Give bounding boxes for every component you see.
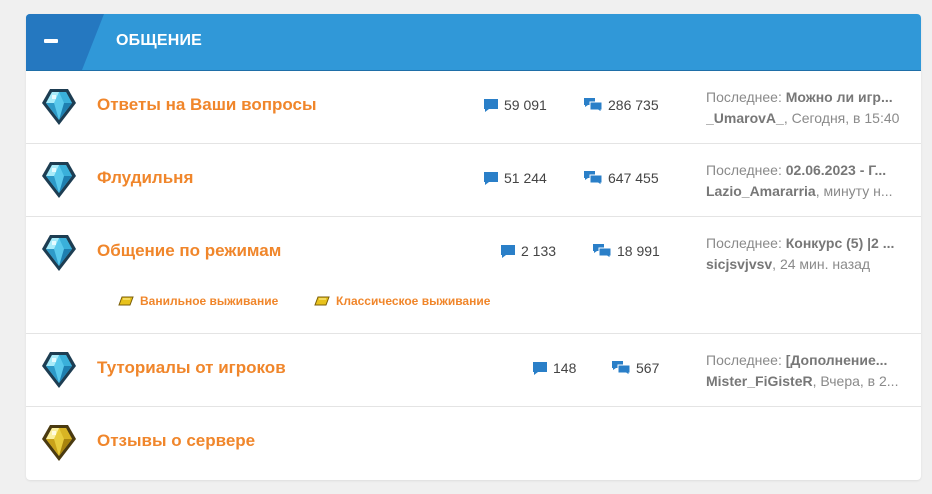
- last-post: Последнее: Можно ли игр... _UmarovA_, Се…: [706, 89, 900, 126]
- last-user-link[interactable]: Lazio_Amararria: [706, 183, 816, 199]
- threads-count: 51 244: [483, 170, 547, 186]
- chat-bubbles-icon: [584, 98, 603, 113]
- last-thread-link[interactable]: [Дополнение...: [786, 352, 888, 368]
- forum-node: Отзывы о сервере: [26, 407, 921, 480]
- diamond-gem-icon: [42, 352, 76, 388]
- messages-count: 286 735: [583, 97, 659, 113]
- gold-bar-icon: [118, 296, 134, 306]
- last-user-link[interactable]: _UmarovA_: [706, 110, 784, 126]
- forum-node: Туториалы от игроков 148 567 Последнее: …: [26, 334, 921, 407]
- subforum-link[interactable]: Классическое выживание: [314, 294, 490, 308]
- subforum-link[interactable]: Ванильное выживание: [118, 294, 278, 308]
- last-thread-link[interactable]: Конкурс (5) |2 ...: [786, 235, 895, 251]
- chat-bubble-icon: [501, 244, 515, 258]
- category-header: ОБЩЕНИЕ: [26, 14, 921, 71]
- last-thread-link[interactable]: 02.06.2023 - Г...: [786, 162, 886, 178]
- chat-bubble-icon: [484, 171, 498, 185]
- chat-bubble-icon: [484, 98, 498, 112]
- diamond-gem-icon: [42, 162, 76, 198]
- last-post: Последнее: 02.06.2023 - Г... Lazio_Amara…: [706, 162, 893, 199]
- messages-count: 18 991: [592, 243, 660, 259]
- diamond-gem-icon: [42, 235, 76, 271]
- forum-node: Ответы на Ваши вопросы 59 091 286 735 По…: [26, 71, 921, 144]
- last-user-link[interactable]: Mister_FiGisteR: [706, 373, 813, 389]
- gold-bar-icon: [314, 296, 330, 306]
- last-post: Последнее: [Дополнение... Mister_FiGiste…: [706, 352, 899, 389]
- forum-title-link[interactable]: Отзывы о сервере: [97, 431, 255, 451]
- last-thread-link[interactable]: Можно ли игр...: [786, 89, 893, 105]
- threads-count: 59 091: [483, 97, 547, 113]
- diamond-gem-icon: [42, 89, 76, 125]
- messages-count: 647 455: [583, 170, 659, 186]
- last-user-link[interactable]: sicjsvjvsv: [706, 256, 772, 272]
- gold-gem-icon: [42, 425, 76, 461]
- forum-title-link[interactable]: Общение по режимам: [97, 241, 281, 261]
- forum-node: Общение по режимам 2 133 18 991 Последне…: [26, 217, 921, 334]
- forum-node: Флудильня 51 244 647 455 Последнее: 02.0…: [26, 144, 921, 217]
- forum-category-panel: ОБЩЕНИЕ Ответы на Ваши вопросы 59 091 28…: [26, 14, 921, 480]
- chat-bubbles-icon: [584, 171, 603, 186]
- threads-count: 2 133: [500, 243, 556, 259]
- threads-count: 148: [532, 360, 576, 376]
- minus-icon[interactable]: [44, 39, 58, 43]
- forum-title-link[interactable]: Туториалы от игроков: [97, 358, 286, 378]
- messages-count: 567: [611, 360, 659, 376]
- category-title: ОБЩЕНИЕ: [116, 32, 203, 49]
- chat-bubble-icon: [533, 361, 547, 375]
- chat-bubbles-icon: [593, 244, 612, 259]
- forum-title-link[interactable]: Флудильня: [97, 168, 193, 188]
- forum-title-link[interactable]: Ответы на Ваши вопросы: [97, 95, 317, 115]
- chat-bubbles-icon: [612, 361, 631, 376]
- last-post: Последнее: Конкурс (5) |2 ... sicjsvjvsv…: [706, 235, 895, 272]
